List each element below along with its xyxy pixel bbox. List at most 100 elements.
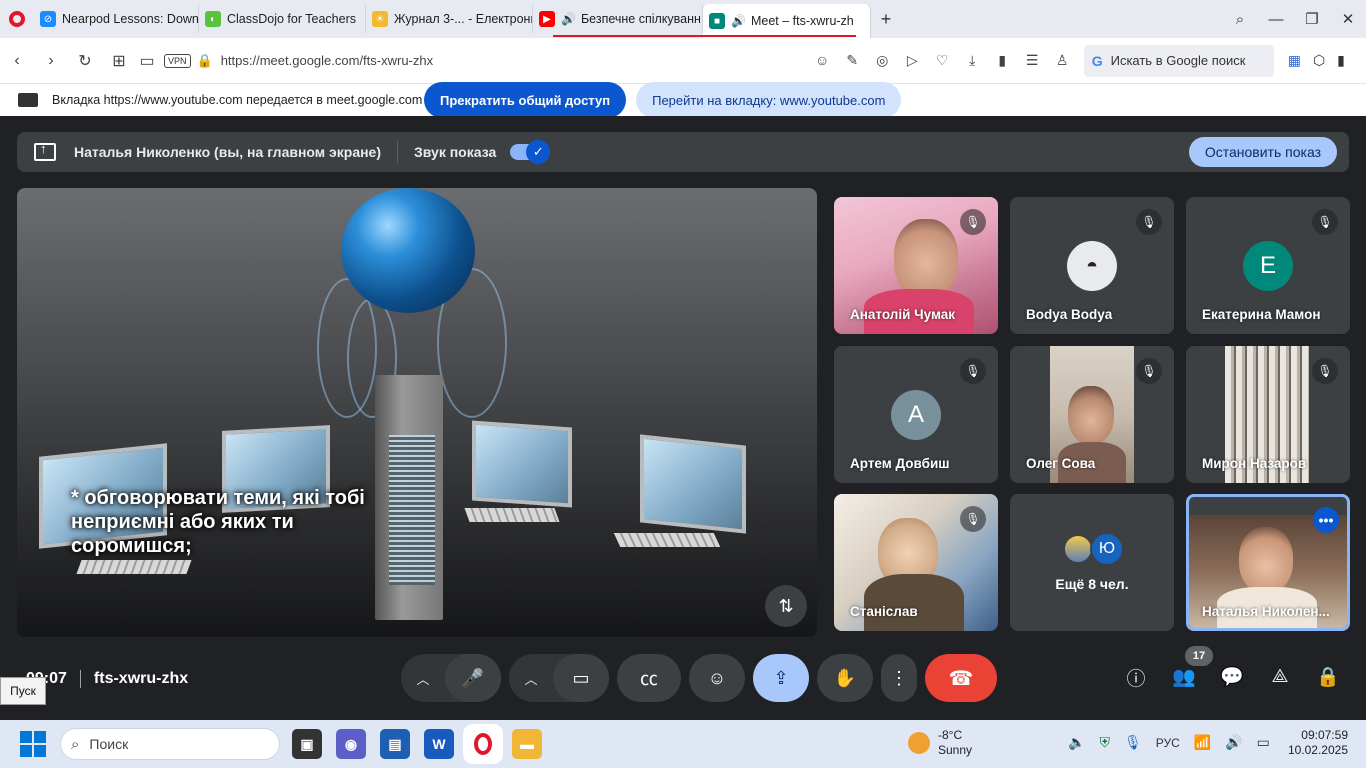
snapshot-icon[interactable]: ◎	[873, 52, 892, 69]
url-field[interactable]: https://meet.google.com/fts-xwru-zhx	[221, 53, 811, 68]
search-tabs-icon[interactable]: ⌕	[1222, 11, 1258, 28]
tab-youtube[interactable]: ▶ 🔊 Безпечне спілкуванн	[533, 5, 703, 33]
meet-area: Наталья Николенко (вы, на главном экране…	[0, 116, 1366, 720]
emoji-icon[interactable]: ☺	[813, 52, 832, 69]
system-tray: 🔈 ⛨ 🎙 РУС 📶 🔊 ▭	[1068, 734, 1270, 751]
slide-caption: * обговорювати теми, які тобі неприємні …	[71, 487, 365, 557]
extensions-icon[interactable]: ⬡	[1313, 52, 1325, 69]
close-icon[interactable]: ✕	[1330, 10, 1366, 28]
participant-name: Станіслав	[850, 604, 918, 619]
share-message: Вкладка https://www.youtube.com передает…	[52, 93, 423, 107]
new-tab-button[interactable]: +	[871, 9, 901, 30]
mic-off-icon: 🎙	[1312, 209, 1338, 235]
participant-tile[interactable]: А 🎙 Артем Довбиш	[834, 346, 998, 483]
edit-icon[interactable]: ✎	[843, 52, 862, 69]
volume-icon[interactable]: 🔊	[1225, 734, 1242, 751]
check-icon: ✓	[526, 140, 551, 164]
participant-name: Bodya Bodya	[1026, 307, 1113, 322]
participant-tile[interactable]: Е 🎙 Екатерина Мамон	[1186, 197, 1350, 334]
audio-settings-chevron-icon[interactable]: ︿	[401, 669, 445, 688]
back-icon[interactable]: ‹	[0, 52, 34, 70]
camera-button[interactable]: ▭	[553, 654, 609, 702]
camera-icon[interactable]: ▭	[136, 51, 158, 71]
mic-off-icon: 🎙	[960, 506, 986, 532]
reactions-button[interactable]: ☺	[689, 654, 745, 702]
leave-call-button[interactable]: ☎	[925, 654, 997, 702]
maximize-icon[interactable]: ❐	[1294, 10, 1330, 28]
more-options-icon[interactable]: •••	[1313, 507, 1339, 533]
opera-taskbar-icon[interactable]	[468, 729, 498, 759]
tab-classdojo[interactable]: ◐ ClassDojo for Teachers	[199, 5, 366, 33]
raise-hand-button[interactable]: ✋	[817, 654, 873, 702]
participant-tile-self[interactable]: ••• Наталья Николен...	[1186, 494, 1350, 631]
monitor-image	[640, 434, 746, 534]
file-explorer-icon[interactable]: ▬	[512, 729, 542, 759]
weather-widget[interactable]: -8°C Sunny	[908, 728, 972, 758]
participant-video	[864, 574, 964, 631]
host-controls-icon[interactable]: 🔒	[1314, 663, 1342, 691]
speaker-muted-icon[interactable]: 🔈	[1068, 734, 1085, 751]
system-clock[interactable]: 09:07:59 10.02.2025	[1288, 728, 1348, 758]
easy-setup-icon[interactable]: ☰	[1023, 52, 1042, 69]
word-icon[interactable]: W	[424, 729, 454, 759]
participant-video	[1239, 527, 1293, 593]
participant-name: Олег Сова	[1026, 456, 1096, 471]
participant-tile[interactable]: 🎙 Олег Сова	[1010, 346, 1174, 483]
google-search-field[interactable]: G Искать в Google поиск	[1083, 44, 1274, 77]
microphone-icon[interactable]: 🎙	[1124, 734, 1142, 751]
sidebar-icon[interactable]: ▦	[1288, 52, 1301, 69]
teams-icon[interactable]: ◉	[336, 729, 366, 759]
windows-start-icon[interactable]	[20, 731, 46, 757]
captions-button[interactable]: ㏄	[617, 654, 681, 702]
more-options-button[interactable]: ⋮	[881, 654, 917, 702]
account-icon[interactable]: ♙	[1053, 52, 1072, 69]
battery-icon[interactable]: ▭	[1257, 734, 1270, 751]
presenter-name: Наталья Николенко (вы, на главном экране…	[74, 144, 382, 160]
participant-name: Наталья Николен...	[1202, 604, 1330, 619]
forward-icon[interactable]: ›	[34, 52, 68, 70]
task-view-icon[interactable]: ▣	[292, 729, 322, 759]
speaker-icon: 🔊	[561, 12, 576, 26]
tab-nearpod[interactable]: ⊘ Nearpod Lessons: Downlo	[34, 5, 199, 33]
vpn-badge[interactable]: VPN	[164, 53, 191, 68]
security-icon[interactable]: ⛨	[1099, 734, 1110, 751]
shared-screen: * обговорювати теми, які тобі неприємні …	[17, 188, 817, 637]
meeting-details-icon[interactable]: ⓘ	[1122, 663, 1150, 691]
heart-icon[interactable]: ♡	[933, 52, 952, 69]
reload-icon[interactable]: ↻	[68, 51, 102, 71]
mic-control-group: ︿ 🎤	[401, 654, 501, 702]
download-icon[interactable]: ⤓	[963, 52, 982, 69]
monitor-image	[472, 420, 572, 508]
go-to-tab-button[interactable]: Перейти на вкладку: www.youtube.com	[636, 82, 902, 118]
opera-logo-icon[interactable]	[0, 0, 34, 38]
tabs-grid-icon[interactable]: ⊞	[102, 51, 136, 71]
taskbar-search[interactable]: ⌕ Поиск	[60, 728, 280, 760]
stop-sharing-button[interactable]: Прекратить общий доступ	[424, 82, 627, 118]
video-settings-chevron-icon[interactable]: ︿	[509, 669, 553, 688]
tab-journal[interactable]: ☀ Журнал 3-... - Електронні	[366, 5, 533, 33]
people-icon[interactable]: 👥	[1170, 663, 1198, 691]
share-audio-toggle[interactable]: ✓	[510, 140, 551, 164]
swap-layout-button[interactable]: ⇅	[765, 585, 807, 627]
windows-taskbar: ⌕ Поиск ▣ ◉ ▤ W ▬ -8°C Sunny 🔈 ⛨ 🎙 РУС 📶…	[0, 720, 1366, 768]
participant-tile[interactable]: ◓ 🎙 Bodya Bodya	[1010, 197, 1174, 334]
chat-icon[interactable]: 💬	[1218, 663, 1246, 691]
send-icon[interactable]: ▷	[903, 52, 922, 69]
participant-tile[interactable]: 🎙 Анатолій Чумак	[834, 197, 998, 334]
sun-icon: ☀	[372, 11, 388, 27]
scrollbar-handle[interactable]: ▮	[1337, 52, 1345, 69]
tab-meet[interactable]: ■ 🔊 Meet – fts-xwru-zh	[703, 4, 871, 38]
search-placeholder: Искать в Google поиск	[1110, 53, 1246, 68]
battery-saver-icon[interactable]: ▮	[993, 52, 1012, 69]
present-button[interactable]: ⇪	[753, 654, 809, 702]
microphone-button[interactable]: 🎤	[445, 654, 501, 702]
minimize-icon[interactable]: —	[1258, 11, 1294, 28]
activities-icon[interactable]: ⟁	[1266, 663, 1294, 691]
more-participants-tile[interactable]: Ю Ещё 8 чел.	[1010, 494, 1174, 631]
language-indicator[interactable]: РУС	[1156, 736, 1180, 750]
participant-tile[interactable]: 🎙 Мирон Назаров	[1186, 346, 1350, 483]
stop-presenting-button[interactable]: Остановить показ	[1188, 137, 1337, 167]
wifi-icon[interactable]: 📶	[1194, 734, 1211, 751]
participant-tile[interactable]: 🎙 Станіслав	[834, 494, 998, 631]
store-icon[interactable]: ▤	[380, 729, 410, 759]
